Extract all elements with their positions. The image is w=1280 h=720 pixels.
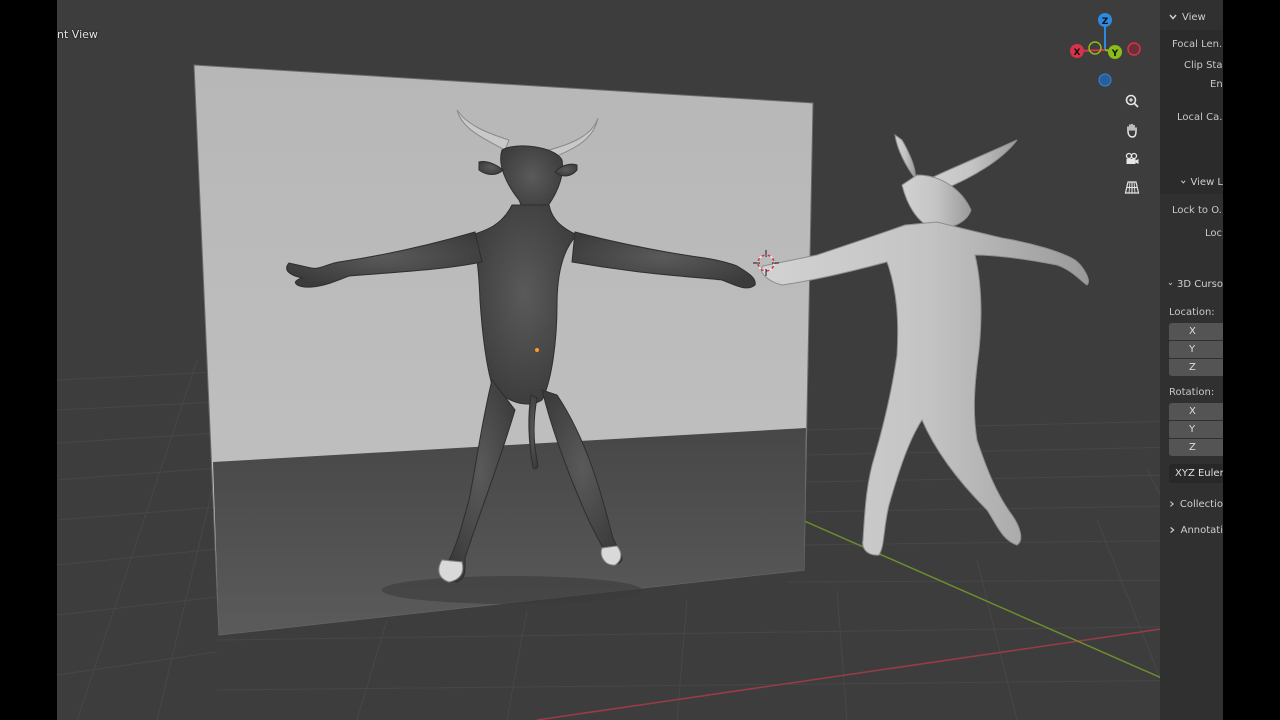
- 3d-viewport[interactable]: nt View Z X Y: [57, 0, 1223, 720]
- gizmo-neg-x: [1127, 42, 1141, 56]
- rotation-y-field[interactable]: Y: [1169, 421, 1223, 438]
- perspective-toggle-button[interactable]: [1121, 176, 1143, 198]
- chevron-down-icon: [1169, 14, 1177, 20]
- camera-view-button[interactable]: [1121, 148, 1143, 170]
- chevron-down-icon: [1180, 180, 1186, 184]
- chevron-down-icon: [1168, 282, 1173, 286]
- view-section-header[interactable]: View: [1160, 6, 1223, 28]
- sidebar-panel: View Focal Len... Clip Star En Local Ca.…: [1160, 0, 1223, 720]
- object-origin: [535, 348, 539, 352]
- view-section-label: View: [1182, 11, 1206, 23]
- rotation-x-field[interactable]: X: [1169, 403, 1223, 420]
- navigation-gizmo[interactable]: Z X Y: [1065, 10, 1145, 90]
- gizmo-neg-z: [1098, 73, 1112, 87]
- clip-start-label: Clip Star: [1184, 60, 1223, 71]
- zoom-button[interactable]: [1121, 90, 1143, 112]
- collections-section-label: Collectio: [1179, 498, 1223, 510]
- annotations-section-header[interactable]: Annotati: [1160, 519, 1223, 541]
- location-x-field[interactable]: X: [1169, 323, 1223, 340]
- rotation-z-field[interactable]: Z: [1169, 439, 1223, 456]
- location-z-field[interactable]: Z: [1169, 359, 1223, 376]
- location-y-field[interactable]: Y: [1169, 341, 1223, 358]
- lock-label: Loc: [1205, 228, 1223, 239]
- letterbox-right: [1223, 0, 1280, 720]
- zoom-icon: [1125, 94, 1139, 108]
- focal-length-label: Focal Len...: [1172, 39, 1223, 50]
- hand-pan-icon: [1127, 123, 1137, 138]
- camera-icon: [1125, 152, 1139, 164]
- gizmo-neg-y: [1088, 41, 1102, 55]
- x-axis-line: [536, 619, 1223, 720]
- viewport-title: nt View: [57, 28, 98, 41]
- rotation-mode-select[interactable]: XYZ Euler: [1169, 464, 1223, 483]
- local-camera-label: Local Ca...: [1177, 112, 1223, 123]
- 3d-cursor-section-label: 3D Curso: [1176, 278, 1223, 290]
- 3d-cursor-section-header[interactable]: 3D Curso: [1160, 273, 1223, 295]
- collections-section-header[interactable]: Collectio: [1160, 493, 1223, 515]
- clip-end-label: En: [1210, 79, 1223, 90]
- chevron-right-icon: [1170, 501, 1174, 507]
- annotations-section-label: Annotati: [1180, 524, 1223, 536]
- chevron-right-icon: [1170, 526, 1175, 534]
- view-lock-section-header[interactable]: View L: [1160, 171, 1223, 193]
- scene-canvas[interactable]: [57, 0, 1223, 720]
- rotation-label: Rotation:: [1169, 387, 1215, 398]
- view-lock-section-label: View L: [1190, 176, 1223, 188]
- gizmo-x-label: X: [1074, 48, 1081, 58]
- lock-to-object-label: Lock to O...: [1172, 205, 1223, 216]
- gizmo-y-label: Y: [1111, 49, 1119, 59]
- pan-button[interactable]: [1121, 119, 1143, 141]
- location-label: Location:: [1169, 307, 1215, 318]
- grid-perspective-icon: [1124, 181, 1140, 194]
- gizmo-z-label: Z: [1102, 17, 1109, 27]
